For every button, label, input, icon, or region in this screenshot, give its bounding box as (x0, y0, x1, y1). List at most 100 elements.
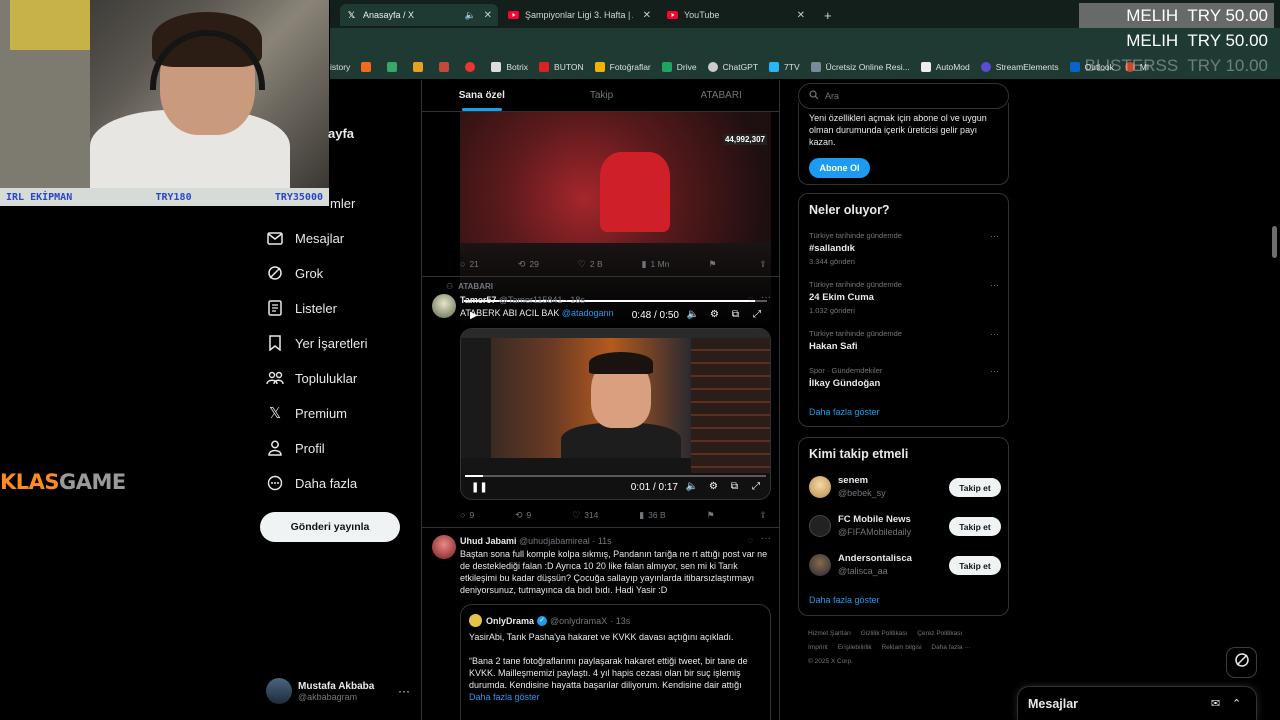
footer-link[interactable]: Reklam bilgisi (881, 644, 921, 651)
show-more-link[interactable]: Daha fazla göster (469, 691, 764, 703)
reply-button[interactable]: ○ 21 (460, 257, 479, 271)
expand-icon[interactable]: ⌃ (1232, 697, 1241, 710)
nav-bookmarks[interactable]: Yer İşaretleri (266, 331, 368, 355)
footer-link[interactable]: Imprint (808, 644, 828, 651)
follow-button[interactable]: Takip et (949, 517, 1001, 536)
nav-grok[interactable]: Grok (266, 261, 323, 285)
tab-x-home[interactable]: 𝕏 Anasayfa / X 🔈 ✕ (340, 4, 498, 26)
nav-messages[interactable]: Mesajlar (266, 226, 344, 250)
more-icon[interactable]: ··· (990, 280, 999, 290)
bookmark-chatgpt[interactable]: ChatGPT (707, 62, 758, 72)
more-icon[interactable]: ··· (990, 366, 999, 376)
bookmark-kick[interactable] (361, 62, 376, 72)
bookmark-automod[interactable]: AutoMod (920, 62, 970, 72)
messages-drawer[interactable]: Mesajlar ✉ ⌃ (1017, 686, 1257, 720)
footer-link[interactable]: Daha fazla ··· (931, 644, 970, 651)
mention-link[interactable]: @atadogann (562, 308, 614, 318)
search-input[interactable] (825, 91, 995, 101)
tab-youtube[interactable]: YouTube ✕ (661, 4, 811, 26)
nav-premium[interactable]: 𝕏 Premium (266, 401, 347, 425)
nav-lists[interactable]: Listeler (266, 296, 337, 320)
trend-item[interactable]: Türkiye tarihinde gündemde #sallandık 3.… (809, 231, 999, 266)
like-button[interactable]: ♡ 314 (572, 508, 598, 522)
grok-icon[interactable]: ◌ (748, 294, 753, 304)
views-button[interactable]: ▮ 36 B (639, 508, 665, 522)
bookmark-7tv[interactable]: 7TV (769, 62, 800, 72)
new-tab-button[interactable]: + (818, 4, 838, 26)
tab-for-you[interactable]: Sana özel (422, 80, 542, 111)
bookmark-item[interactable] (387, 62, 402, 72)
author-name[interactable]: Uhud Jabami (460, 536, 517, 546)
share-button[interactable]: ⇪ (759, 508, 771, 522)
footer-link[interactable]: Hizmet Şartları (808, 630, 851, 637)
nav-more[interactable]: Daha fazla (266, 471, 357, 495)
repost-button[interactable]: ⟲ 29 (518, 257, 539, 271)
tab-atabari[interactable]: ATABARI (661, 80, 779, 111)
pause-icon[interactable]: ❚❚ (471, 482, 488, 493)
trend-item[interactable]: Türkiye tarihinde gündemde Hakan Safi ··… (809, 329, 999, 352)
subscribe-button[interactable]: Abone Ol (809, 158, 870, 178)
more-icon[interactable]: ··· (761, 533, 771, 544)
fullscreen-icon[interactable]: ⤢ (752, 481, 760, 492)
reply-button[interactable]: ○ 9 (460, 508, 474, 522)
video-progress-bar[interactable] (465, 475, 766, 477)
author-handle[interactable]: @uhudjabamireal (519, 536, 590, 546)
tweet-video[interactable]: ❚❚ 0:01 / 0:17 🔈 ⚙ ⧉ ⤢ (460, 328, 771, 500)
trend-item[interactable]: Türkiye tarihinde gündemde 24 Ekim Cuma … (809, 280, 999, 315)
nav-partial-item[interactable]: mler (330, 196, 355, 211)
nav-profile[interactable]: Profil (266, 436, 325, 460)
tab-following[interactable]: Takip (542, 80, 662, 111)
compose-message-icon[interactable]: ✉ (1211, 697, 1220, 710)
settings-icon[interactable]: ⚙ (709, 481, 718, 492)
speaker-icon[interactable]: 🔈 (465, 10, 476, 21)
post-button[interactable]: Gönderi yayınla (260, 512, 400, 542)
tweet-time[interactable]: · 18s (565, 295, 585, 305)
follow-button[interactable]: Takip et (949, 478, 1001, 497)
show-more-link[interactable]: Daha fazla göster (809, 595, 880, 605)
quoted-tweet[interactable]: OnlyDrama ✓ @onlydramaX · 13s YasirAbi, … (460, 604, 771, 720)
bookmark-item[interactable] (465, 62, 480, 72)
show-more-link[interactable]: Daha fazla göster (809, 407, 880, 417)
tab-champions-league[interactable]: Şampiyonlar Ligi 3. Hafta | Arse ✕ (502, 4, 657, 26)
bookmark-botrix[interactable]: Botrix (491, 62, 528, 72)
bookmark-drive[interactable]: Drive (661, 62, 697, 72)
repost-button[interactable]: ⟲ 9 (515, 508, 531, 522)
account-switcher[interactable]: Mustafa Akbaba @akbabagram (266, 678, 374, 704)
volume-icon[interactable]: 🔈 (686, 481, 698, 492)
bookmark-item[interactable]: istory (330, 62, 350, 72)
avatar[interactable] (432, 535, 456, 559)
bookmark-button[interactable]: ⚑ (708, 257, 720, 271)
follow-button[interactable]: Takip et (949, 556, 1001, 575)
bookmark-resize[interactable]: Ücretsiz Online Resi... (810, 62, 910, 72)
author-handle[interactable]: @Tamer115841 (499, 295, 563, 305)
trend-item[interactable]: Spor · Gündemdekiler İlkay Gündoğan ··· (809, 366, 999, 389)
follow-suggestion[interactable]: FC Mobile News @FIFAMobiledaily Takip et (809, 513, 1001, 539)
grok-icon[interactable]: ◌ (748, 535, 753, 545)
bookmark-button[interactable]: ⚑ (706, 508, 718, 522)
tweet-time[interactable]: · 11s (592, 536, 611, 546)
nav-communities[interactable]: Topluluklar (266, 366, 357, 390)
follow-suggestion[interactable]: senem @bebek_sy Takip et (809, 474, 1001, 500)
avatar[interactable] (432, 294, 456, 318)
author-name[interactable]: Tamer57 (460, 295, 496, 305)
bookmark-item[interactable] (413, 62, 428, 72)
more-icon[interactable]: ··· (990, 231, 999, 241)
more-icon[interactable]: ··· (990, 329, 999, 339)
scrollbar[interactable] (1272, 226, 1277, 258)
bookmark-item[interactable] (439, 62, 454, 72)
like-button[interactable]: ♡ 2 B (578, 257, 603, 271)
views-button[interactable]: ▮ 1 Mn (642, 257, 670, 271)
bookmark-photos[interactable]: Fotoğraflar (594, 62, 651, 72)
more-icon[interactable]: ··· (398, 684, 410, 698)
close-icon[interactable]: ✕ (797, 10, 805, 21)
footer-link[interactable]: Erişilebilirlik (838, 644, 872, 651)
close-icon[interactable]: ✕ (484, 10, 492, 21)
grok-button[interactable] (1226, 647, 1257, 678)
follow-suggestion[interactable]: Andersontalisca @talisca_aa Takip et (809, 552, 1001, 578)
nav-home-partial[interactable]: ayfa (328, 126, 354, 141)
pip-icon[interactable]: ⧉ (731, 481, 738, 492)
close-icon[interactable]: ✕ (643, 10, 651, 21)
footer-link[interactable]: Gizlilik Politikası (861, 630, 908, 637)
footer-link[interactable]: Çerez Politikası (917, 630, 962, 637)
more-icon[interactable]: ··· (761, 292, 771, 303)
